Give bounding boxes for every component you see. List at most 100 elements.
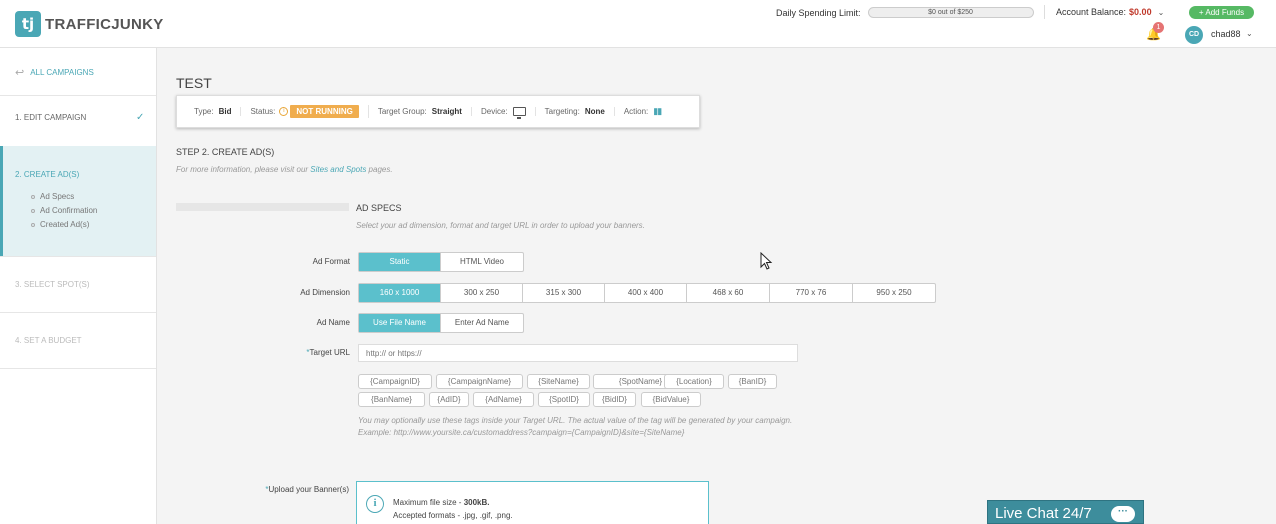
ad-format-static[interactable]: Static [359, 253, 441, 271]
pause-icon[interactable]: ▮▮ [653, 106, 662, 117]
info-action: Action: ▮▮ [624, 106, 670, 117]
step-info-suffix: pages. [366, 165, 393, 174]
tag-chip[interactable]: {SpotID} [538, 392, 590, 407]
header-divider [1044, 5, 1045, 19]
circle-icon [31, 194, 35, 199]
back-arrow-icon: ↩ [15, 67, 25, 79]
sidebar-sub-ad-confirmation[interactable]: Ad Confirmation [31, 206, 97, 215]
spend-label: Daily Spending Limit: [776, 7, 861, 18]
balance-label: Account Balance: [1056, 7, 1127, 17]
info-device-label: Device: [480, 107, 508, 116]
step-info: For more information, please visit our S… [176, 165, 393, 174]
live-chat-widget[interactable]: Live Chat 24/7 ··· [987, 500, 1144, 524]
daily-spending-limit: Daily Spending Limit: $0 out of $250 [776, 7, 1034, 18]
logo[interactable]: tj TRAFFICJUNKY [15, 11, 164, 37]
info-status-label: Status: [250, 107, 276, 116]
sites-and-spots-link[interactable]: Sites and Spots [310, 165, 366, 174]
sidebar-sub-ad-specs[interactable]: Ad Specs [31, 192, 74, 201]
sidebar-step-set-budget: 4. SET A BUDGET [15, 336, 82, 345]
tag-note: You may optionally use these tags inside… [358, 415, 792, 439]
sidebar-step-edit-campaign[interactable]: 1. EDIT CAMPAIGN [15, 113, 86, 122]
status-badge: NOT RUNNING [290, 105, 359, 118]
ad-dimension-option[interactable]: 468 x 60 [687, 284, 770, 302]
ad-format-html-video[interactable]: HTML Video [441, 253, 523, 271]
sidebar-step-select-spots: 3. SELECT SPOT(S) [15, 280, 90, 289]
info-targeting-label: Targeting: [544, 107, 580, 116]
upload-max-size: Maximum file size - 300kB. [393, 496, 513, 509]
notification-badge: 1 [1153, 22, 1164, 33]
page-title: TEST [176, 75, 212, 91]
sidebar-divider [0, 256, 156, 257]
tag-note-example: Example: http://www.yoursite.ca/customad… [358, 428, 685, 437]
target-url-input[interactable] [358, 344, 798, 362]
upload-banner-label: *Upload your Banner(s) [219, 485, 349, 494]
campaign-info-bar: Type: Bid Status: i NOT RUNNING Target G… [176, 95, 700, 128]
ad-name-enter-ad-name[interactable]: Enter Ad Name [441, 314, 523, 332]
username[interactable]: chad88 [1211, 29, 1241, 39]
all-campaigns-link[interactable]: ↩ ALL CAMPAIGNS [15, 66, 94, 79]
sidebar-sub-label: Ad Specs [40, 192, 75, 201]
specs-bar-placeholder [176, 203, 349, 211]
sidebar-divider [0, 312, 156, 313]
ad-dimension-option[interactable]: 770 x 76 [770, 284, 853, 302]
ad-specs-title: AD SPECS [356, 203, 402, 213]
tag-chip[interactable]: {SiteName} [527, 374, 590, 389]
upload-banner-label-text: Upload your Banner(s) [268, 485, 349, 494]
sidebar-divider [0, 95, 156, 96]
tag-note-line: You may optionally use these tags inside… [358, 416, 793, 425]
tag-chip[interactable]: {BidID} [593, 392, 636, 407]
upload-formats: Accepted formats - .jpg, .gif, .png. [393, 511, 513, 520]
info-target-group: Target Group: Straight [378, 107, 472, 116]
ad-dimension-option[interactable]: 400 x 400 [605, 284, 687, 302]
tag-chip[interactable]: {Location} [664, 374, 724, 389]
ad-name-use-file-name[interactable]: Use File Name [359, 314, 441, 332]
info-type-label: Type: [194, 107, 214, 116]
info-target-label: Target Group: [377, 107, 427, 116]
tag-chip[interactable]: {BanID} [728, 374, 777, 389]
info-type-value: Bid [218, 107, 232, 116]
step-title: STEP 2. CREATE AD(S) [176, 147, 275, 157]
step-info-prefix: For more information, please visit our [176, 165, 311, 174]
upload-requirements: Maximum file size - 300kB. Accepted form… [393, 496, 513, 522]
info-circle-icon: i [366, 495, 384, 513]
sidebar-sub-label: Created Ad(s) [40, 220, 90, 229]
tag-chip[interactable]: {CampaignName} [436, 374, 523, 389]
ad-dimension-option[interactable]: 160 x 1000 [359, 284, 441, 302]
chevron-down-icon[interactable]: ⌄ [1246, 29, 1253, 38]
ad-dimension-option[interactable]: 315 x 300 [523, 284, 605, 302]
add-funds-button[interactable]: + Add Funds [1189, 6, 1254, 19]
info-targeting-value: None [584, 107, 605, 116]
info-device: Device: [480, 107, 536, 119]
tag-chip[interactable]: {BanName} [358, 392, 425, 407]
sidebar-sub-created-ads[interactable]: Created Ad(s) [31, 220, 89, 229]
main-content: TEST Type: Bid Status: i NOT RUNNING Tar… [157, 48, 1276, 524]
tag-chip[interactable]: {AdID} [429, 392, 469, 407]
upload-banner-dropzone[interactable]: i Maximum file size - 300kB. Accepted fo… [356, 481, 709, 524]
tag-chip[interactable]: {CampaignID} [358, 374, 432, 389]
info-status: Status: i NOT RUNNING [250, 105, 369, 118]
tag-chip[interactable]: {AdName} [473, 392, 534, 407]
mouse-cursor-icon [760, 252, 773, 270]
logo-mark-icon: tj [15, 11, 41, 37]
chevron-down-icon[interactable]: ⌄ [1158, 8, 1165, 17]
sidebar-step-create-ads-label: 2. CREATE AD(S) [15, 170, 80, 179]
ad-name-label: Ad Name [316, 318, 350, 327]
balance-value: $0.00 [1129, 7, 1152, 17]
account-balance[interactable]: Account Balance: $0.00 ⌄ [1056, 7, 1164, 17]
ad-dimension-selector: 160 x 1000 300 x 250 315 x 300 400 x 400… [358, 283, 936, 303]
ad-format-selector: Static HTML Video [358, 252, 524, 272]
live-chat-label: Live Chat 24/7 [995, 505, 1092, 522]
ad-dimension-label: Ad Dimension [300, 288, 350, 297]
ad-dimension-option[interactable]: 950 x 250 [853, 284, 935, 302]
ad-dimension-option[interactable]: 300 x 250 [441, 284, 523, 302]
circle-icon [31, 222, 35, 227]
upload-max-label: Maximum file size - [393, 498, 464, 507]
info-targeting: Targeting: None [545, 107, 615, 116]
info-circle-icon[interactable]: i [279, 107, 289, 116]
sidebar-step-create-ads[interactable]: 2. CREATE AD(S) Ad Specs Ad Confirmation… [0, 146, 156, 256]
avatar[interactable]: CD [1185, 26, 1203, 44]
spend-progress-bar: $0 out of $250 [867, 7, 1034, 18]
sidebar-divider [0, 368, 156, 369]
tag-chip[interactable]: {BidValue} [641, 392, 701, 407]
info-action-label: Action: [623, 107, 649, 116]
